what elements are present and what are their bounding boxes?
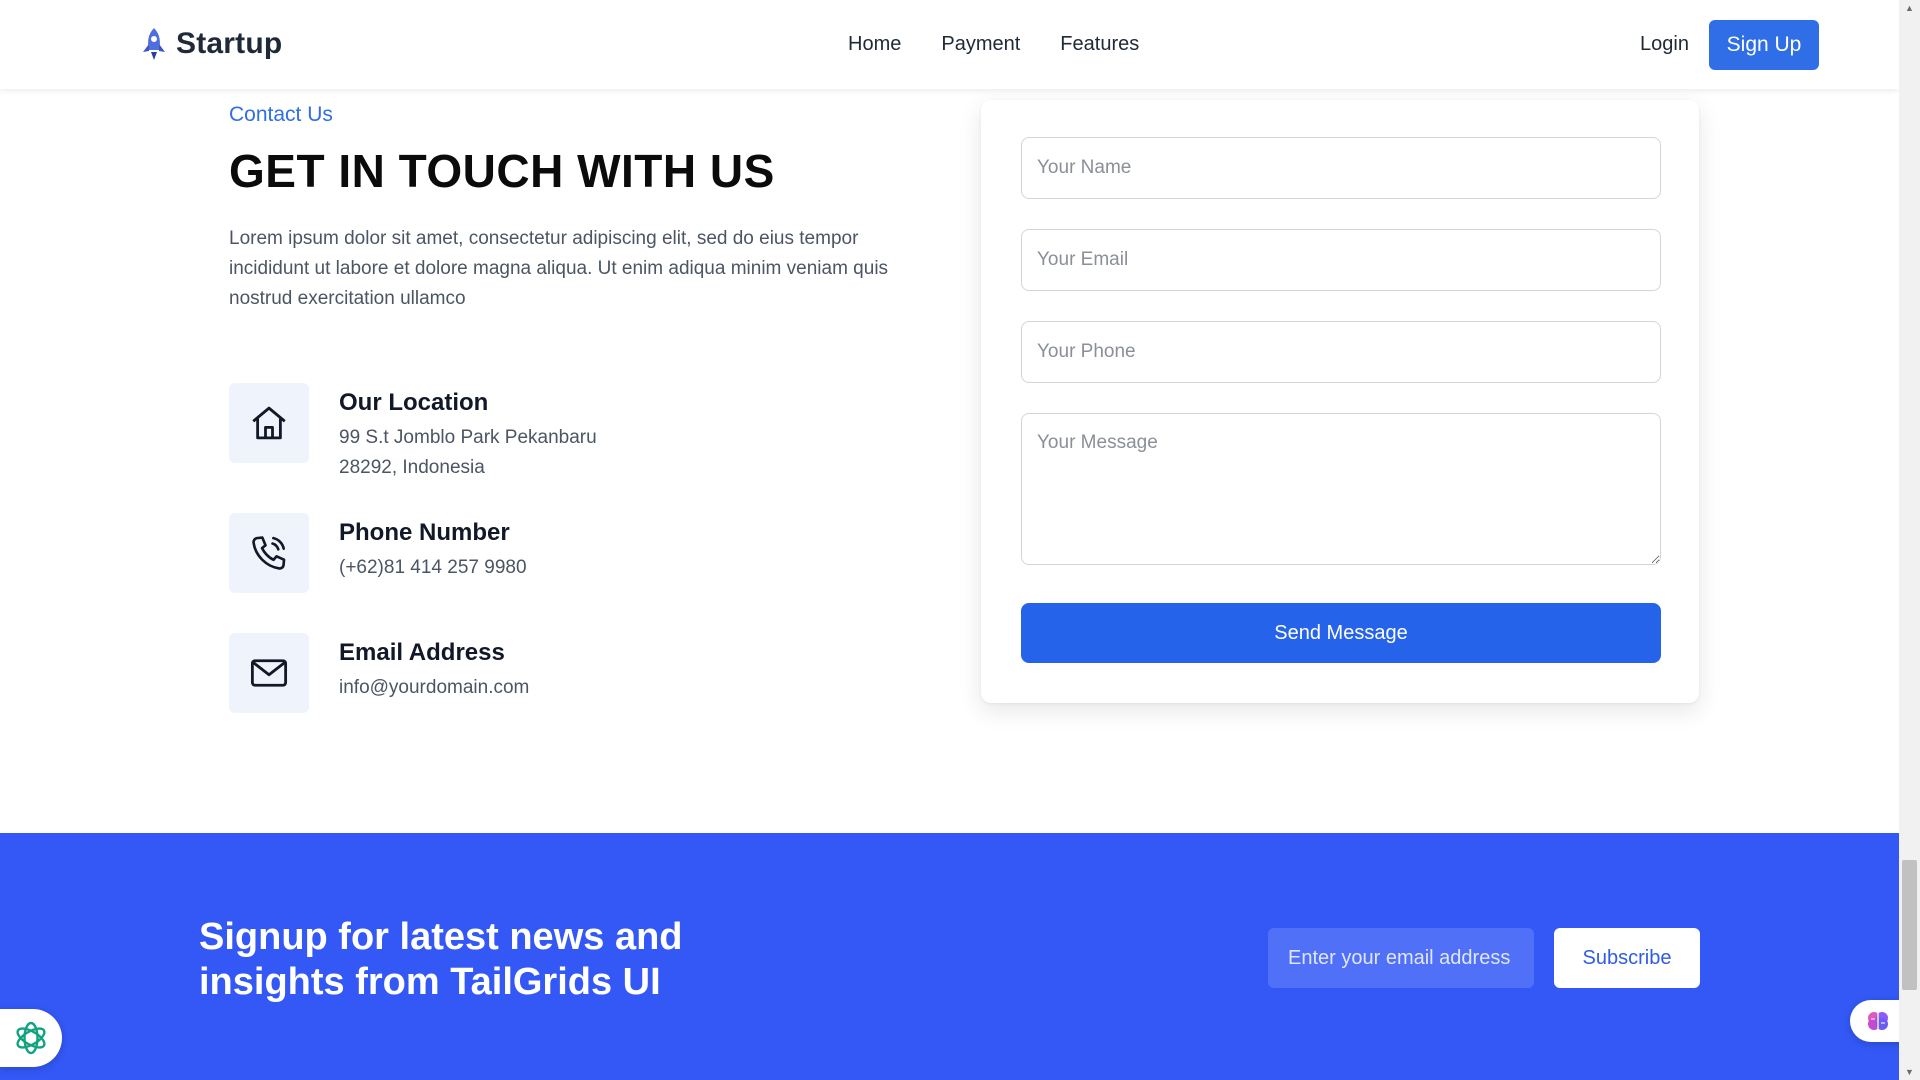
mail-icon (250, 659, 288, 687)
newsletter-section: Signup for latest news and insights from… (0, 833, 1899, 1080)
page: Startup Home Payment Features Login Sign… (0, 0, 1899, 1080)
phone-info: Phone Number (+62)81 414 257 9980 (229, 513, 527, 593)
brand-name: Startup (176, 27, 283, 60)
home-icon (252, 406, 286, 440)
page-title: GET IN TOUCH WITH US (229, 145, 775, 197)
location-icon-box (229, 383, 309, 463)
phone-icon-box (229, 513, 309, 593)
contact-description: Lorem ipsum dolor sit amet, consectetur … (229, 228, 889, 309)
message-textarea[interactable] (1021, 413, 1661, 565)
email-icon-box (229, 633, 309, 713)
signup-button[interactable]: Sign Up (1709, 20, 1819, 70)
nav-home[interactable]: Home (848, 33, 901, 56)
contact-eyebrow: Contact Us (229, 103, 333, 126)
address-line-1: 99 S.t Jomblo Park Pekanbaru (339, 427, 597, 448)
rocket-icon (143, 28, 165, 60)
name-input[interactable] (1021, 137, 1661, 199)
email-input[interactable] (1021, 229, 1661, 291)
scroll-down-arrow-icon[interactable]: ▼ (1899, 1064, 1920, 1080)
brain-icon (1868, 1012, 1888, 1030)
openai-icon (16, 1021, 46, 1055)
address-line-2: 28292, Indonesia (339, 457, 485, 478)
phone-title: Phone Number (339, 519, 510, 546)
login-link[interactable]: Login (1640, 33, 1689, 56)
brand-logo[interactable]: Startup (140, 26, 282, 62)
scrollbar-thumb[interactable] (1902, 860, 1917, 990)
subscribe-button[interactable]: Subscribe (1554, 928, 1700, 988)
assistant-widget[interactable] (0, 1009, 62, 1067)
newsletter-email-input[interactable] (1268, 928, 1534, 988)
email-info: Email Address info@yourdomain.com (229, 633, 529, 713)
newsletter-title: Signup for latest news and insights from… (199, 916, 683, 1003)
site-header: Startup Home Payment Features Login Sign… (0, 0, 1899, 89)
main-nav: Home Payment Features (848, 33, 1179, 56)
phone-number: (+62)81 414 257 9980 (339, 557, 527, 578)
email-address: info@yourdomain.com (339, 677, 530, 698)
contact-form: Send Message (981, 100, 1699, 703)
brain-widget[interactable] (1850, 1000, 1899, 1042)
nav-payment[interactable]: Payment (941, 33, 1020, 56)
scroll-up-arrow-icon[interactable]: ▲ (1899, 0, 1920, 16)
phone-input[interactable] (1021, 321, 1661, 383)
location-address: 99 S.t Jomblo Park Pekanbaru 28292, Indo… (339, 423, 597, 483)
email-title: Email Address (339, 639, 505, 666)
location-title: Our Location (339, 389, 489, 416)
scrollbar[interactable]: ▲ ▼ (1899, 0, 1920, 1080)
send-message-button[interactable]: Send Message (1021, 603, 1661, 663)
nav-features[interactable]: Features (1060, 33, 1139, 56)
location-info: Our Location 99 S.t Jomblo Park Pekanbar… (229, 383, 597, 483)
phone-icon (252, 536, 286, 570)
